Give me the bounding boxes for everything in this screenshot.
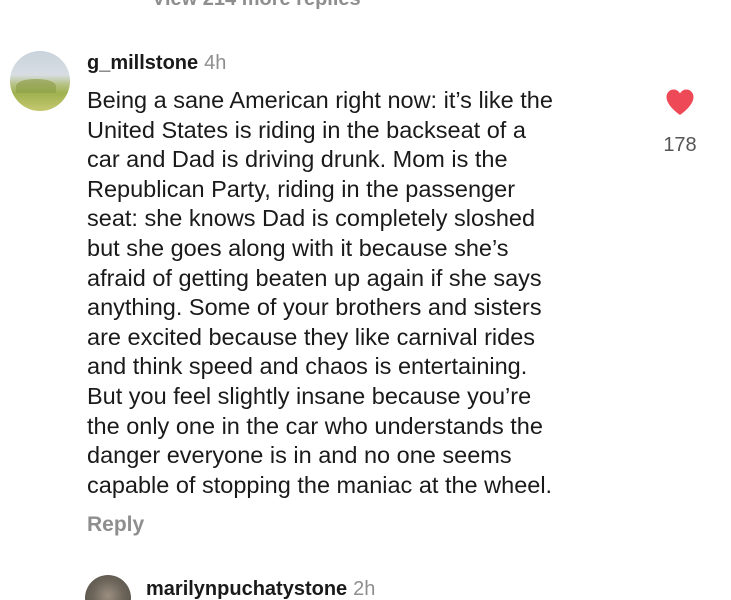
comment-text-line: Being a sane American right now: it’s li… xyxy=(87,87,553,113)
view-more-replies-link[interactable]: View 214 more replies xyxy=(152,0,361,11)
reply-button[interactable]: Reply xyxy=(87,513,144,537)
comment-text-line: car and Dad is driving drunk. Mom is the xyxy=(87,146,508,173)
next-comment-username[interactable]: marilynpuchatystone xyxy=(146,578,347,600)
comment-timestamp: 4h xyxy=(204,52,227,74)
comment-text-line: anything. Some of your brothers and sist… xyxy=(87,294,542,321)
comment-text-line: Republican Party, riding in the passenge… xyxy=(87,175,516,202)
like-count: 178 xyxy=(663,134,697,156)
avatar[interactable] xyxy=(10,51,70,111)
avatar-landscape xyxy=(16,79,56,93)
comment-text: Being a sane American right now: it’s li… xyxy=(87,86,647,500)
comment-username[interactable]: g_millstone xyxy=(87,52,198,75)
heart-icon[interactable] xyxy=(665,88,695,116)
comment-text-line: but she goes along with it because she’s xyxy=(87,234,509,261)
comment-text-line: afraid of getting beaten up again if she… xyxy=(87,264,542,291)
comment-thread: View 214 more replies g_millstone 4h Bei… xyxy=(0,0,731,600)
next-comment-header: marilynpuchatystone 2h xyxy=(146,578,375,600)
comment-text-line: seat: she knows Dad is completely sloshe… xyxy=(87,205,536,232)
comment-text-line: capable of stopping the maniac at the wh… xyxy=(87,471,553,498)
comment-text-line: and think speed and chaos is entertainin… xyxy=(87,353,528,380)
comment-text-line: the only one in the car who understands … xyxy=(87,412,543,439)
comment-text-line: are excited because they like carnival r… xyxy=(87,323,536,350)
next-comment-timestamp: 2h xyxy=(353,578,376,600)
next-comment-avatar[interactable] xyxy=(85,575,131,600)
comment-text-line: But you feel slightly insane because you… xyxy=(87,382,532,409)
comment-text-line: United States is riding in the backseat … xyxy=(87,116,526,143)
comment-text-line: danger everyone is in and no one seems xyxy=(87,442,512,469)
comment-header: g_millstone 4h xyxy=(87,52,226,78)
